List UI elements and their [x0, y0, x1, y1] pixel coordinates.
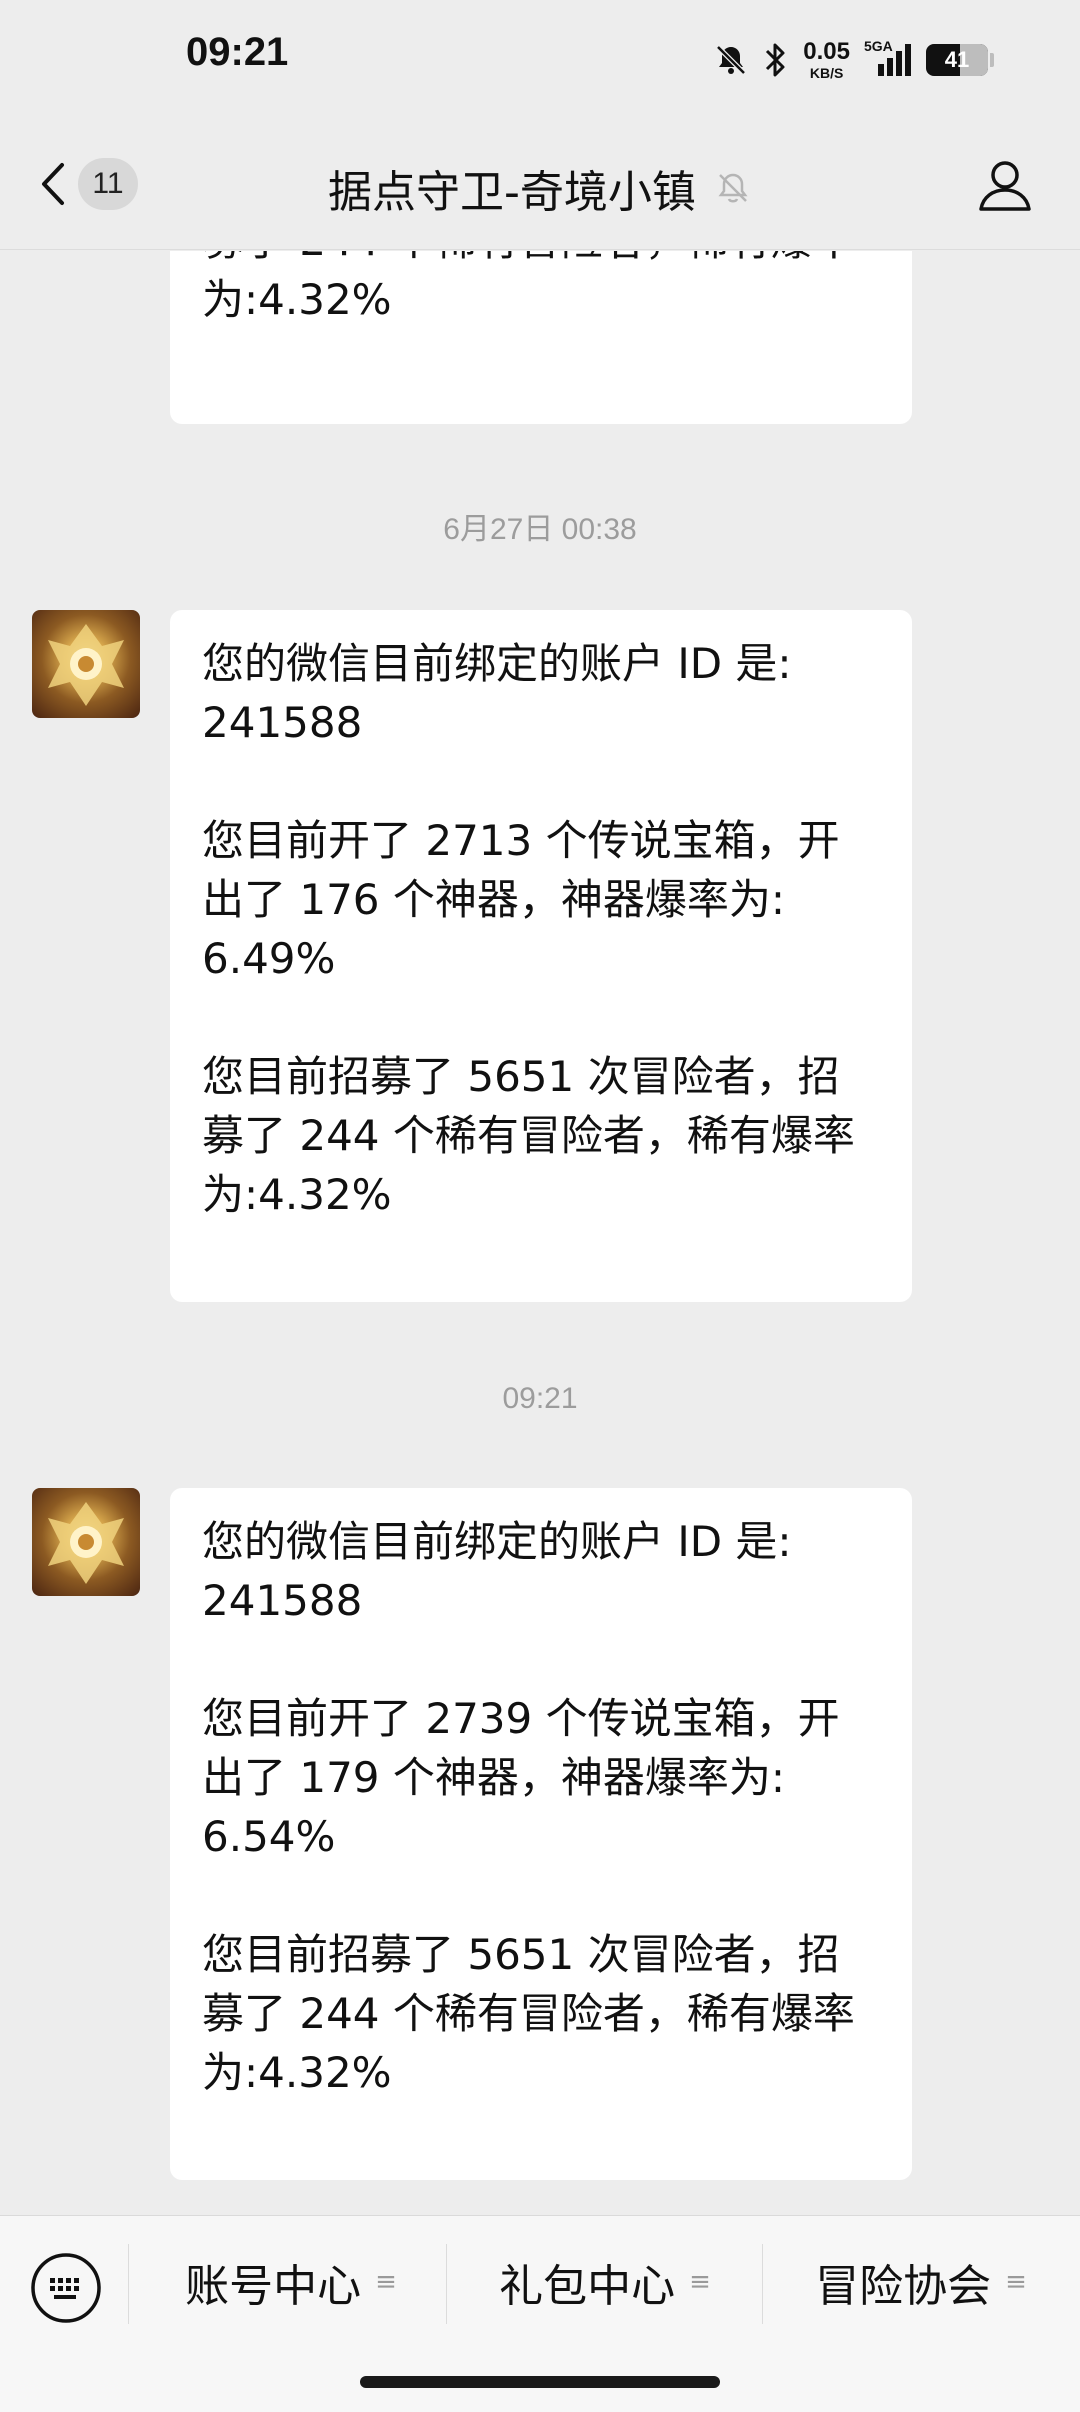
emblem-icon	[48, 1502, 124, 1584]
battery-icon: 41	[926, 44, 988, 76]
message-timestamp: 09:21	[502, 1382, 578, 1415]
menu-lines-icon: ≡	[375, 2267, 397, 2297]
battery-tip	[990, 53, 994, 67]
message-line: 募了 244 个稀有冒险者，稀有爆率	[202, 251, 880, 270]
status-icons: 0.05 KB/S 5GA 41	[713, 36, 994, 84]
status-time: 09:21	[186, 30, 289, 74]
person-icon	[976, 156, 1034, 214]
bell-muted-icon	[714, 169, 752, 207]
signal-icon: 5GA	[864, 38, 912, 78]
message-line: 6.49%	[202, 934, 336, 983]
menu-divider	[446, 2244, 447, 2324]
chat-info-button[interactable]	[976, 156, 1034, 218]
bell-muted-icon	[713, 42, 749, 78]
net-speed-unit: KB/S	[809, 65, 844, 81]
message-line: 为:4.32%	[202, 1170, 392, 1219]
network-type: 5GA	[864, 38, 893, 54]
message-line: 募了 244 个稀有冒险者，稀有爆率	[202, 1989, 855, 2038]
menu-item-label: 礼包中心	[499, 2261, 676, 2312]
bluetooth-icon	[763, 41, 789, 79]
status-bar: 09:21 0.05 KB/S 5GA 41	[0, 0, 1080, 120]
message-line: 241588	[202, 1576, 363, 1625]
chat-header: 11 据点守卫-奇境小镇	[0, 120, 1080, 250]
battery-level: 41	[944, 47, 970, 72]
message-line: 为:4.32%	[202, 2048, 392, 2097]
message-line: 出了 176 个神器，神器爆率为:	[202, 875, 786, 924]
menu-gift-center[interactable]: 礼包中心 ≡	[450, 2246, 760, 2318]
message-line: 您目前开了 2739 个传说宝箱，开	[202, 1694, 840, 1743]
keyboard-toggle-button[interactable]	[30, 2252, 102, 2328]
menu-lines-icon: ≡	[1005, 2267, 1027, 2297]
message-bubble[interactable]: 您的微信目前绑定的账户 ID 是: 241588 您目前开了 2713 个传说宝…	[170, 610, 912, 1302]
menu-item-label: 冒险协会	[815, 2261, 992, 2312]
chat-messages[interactable]: 募了 244 个稀有冒险者，稀有爆率 为:4.32% 6月27日 00:38 您…	[0, 251, 1080, 2215]
menu-lines-icon: ≡	[689, 2267, 711, 2297]
message-line: 您目前招募了 5651 次冒险者，招	[202, 1052, 840, 1101]
emblem-icon	[48, 624, 124, 706]
menu-adventure-guild[interactable]: 冒险协会 ≡	[766, 2246, 1076, 2318]
message-line: 您的微信目前绑定的账户 ID 是:	[202, 639, 792, 688]
message-line: 您目前开了 2713 个传说宝箱，开	[202, 816, 840, 865]
menu-divider	[128, 2244, 129, 2324]
message-line: 241588	[202, 698, 363, 747]
menu-item-label: 账号中心	[185, 2261, 362, 2312]
message-line: 您的微信目前绑定的账户 ID 是:	[202, 1517, 792, 1566]
message-line: 6.54%	[202, 1812, 336, 1861]
avatar[interactable]	[32, 1488, 140, 1596]
message-line: 您目前招募了 5651 次冒险者，招	[202, 1930, 840, 1979]
message-timestamp: 6月27日 00:38	[443, 513, 637, 546]
menu-account-center[interactable]: 账号中心 ≡	[136, 2246, 446, 2318]
message-bubble[interactable]: 募了 244 个稀有冒险者，稀有爆率 为:4.32%	[170, 251, 912, 424]
message-line: 出了 179 个神器，神器爆率为:	[202, 1753, 786, 1802]
keyboard-icon	[30, 2252, 102, 2324]
message-bubble[interactable]: 您的微信目前绑定的账户 ID 是: 241588 您目前开了 2739 个传说宝…	[170, 1488, 912, 2180]
message-line: 为:4.32%	[202, 275, 392, 324]
message-line: 募了 244 个稀有冒险者，稀有爆率	[202, 1111, 855, 1160]
avatar[interactable]	[32, 610, 140, 718]
chat-title-wrap: 据点守卫-奇境小镇	[0, 156, 1080, 220]
home-indicator[interactable]	[360, 2376, 720, 2388]
menu-divider	[762, 2244, 763, 2324]
net-speed: 0.05 KB/S	[803, 38, 850, 81]
net-speed-value: 0.05	[803, 38, 850, 65]
chat-title: 据点守卫-奇境小镇	[328, 167, 696, 218]
